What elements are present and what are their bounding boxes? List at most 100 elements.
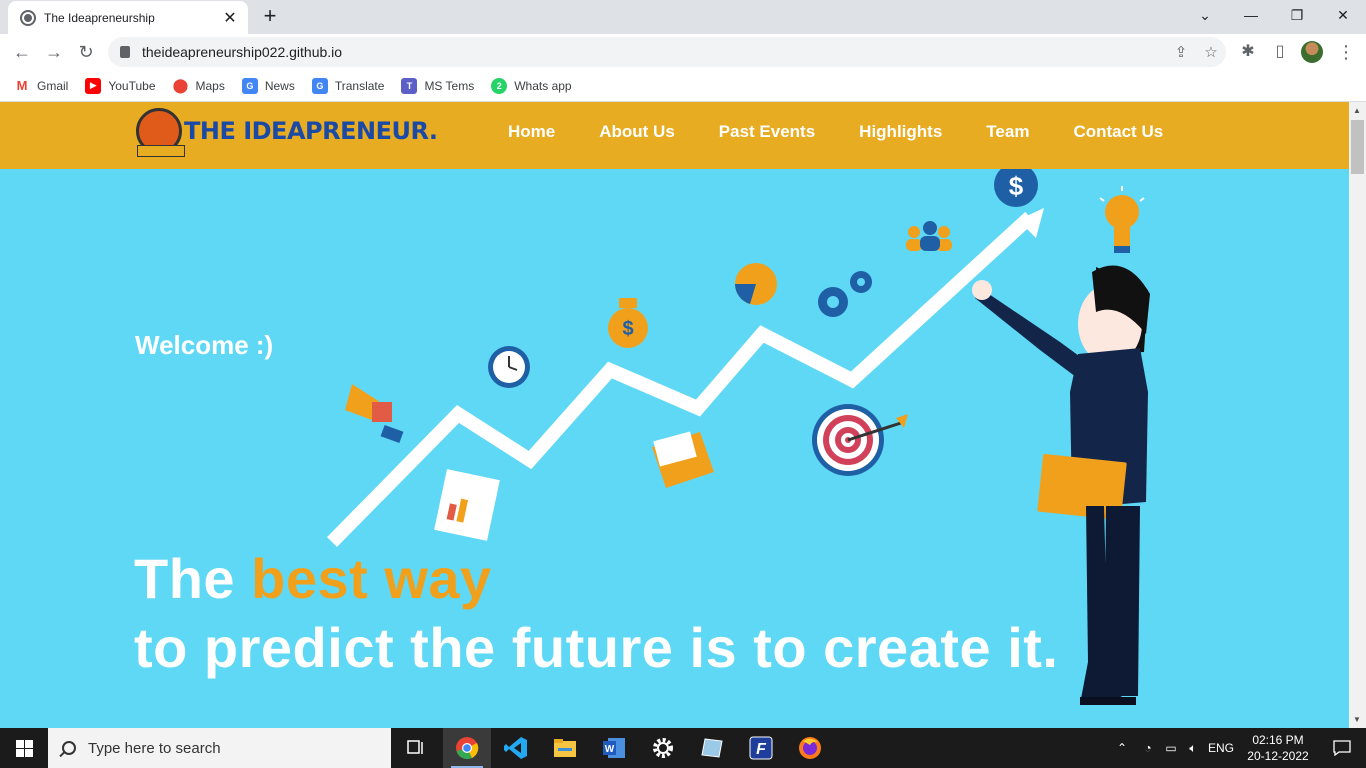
scroll-down-icon[interactable]: ▼ (1353, 715, 1361, 724)
clock-icon (488, 346, 530, 388)
bookmark-star-icon[interactable]: ☆ (1196, 43, 1226, 61)
language-indicator[interactable]: ENG (1206, 741, 1236, 755)
svg-text:W: W (605, 744, 615, 755)
network-icon[interactable]: ◔ (1136, 741, 1160, 755)
bookmark-maps[interactable]: ⬤ Maps (172, 77, 225, 94)
bookmark-label: Maps (195, 78, 225, 93)
chrome-menu-icon[interactable]: ⋮ (1337, 40, 1355, 64)
youtube-icon: ▶ (85, 77, 102, 94)
close-window-button[interactable]: ✕ (1320, 0, 1366, 30)
svg-text:$: $ (622, 318, 633, 340)
gears-icon (818, 271, 872, 317)
tab-search-button[interactable]: ⌄ (1182, 0, 1228, 30)
notepad-icon[interactable] (688, 728, 736, 768)
target-icon (812, 404, 908, 476)
forward-button[interactable]: → (42, 40, 66, 64)
url-text[interactable]: theideapreneurship022.github.io (142, 44, 1166, 60)
web-page: $ $ THE IDEAPRENEUR. Home About Us Past … (0, 102, 1349, 728)
clock-date: 20-12-2022 (1247, 749, 1309, 763)
nav-highlights[interactable]: Highlights (859, 122, 942, 142)
money-bag-icon: $ (608, 298, 648, 348)
bookmark-teams[interactable]: T MS Tems (401, 77, 475, 94)
bookmark-youtube[interactable]: ▶ YouTube (85, 77, 156, 94)
bookmark-translate[interactable]: G Translate (311, 77, 385, 94)
address-toolbar: ← → ↻ theideapreneurship022.github.io ⇪ … (0, 34, 1366, 70)
welcome-text: Welcome :) (135, 330, 274, 360)
bookmark-news[interactable]: G News (241, 77, 295, 94)
side-panel-icon[interactable]: ▯ (1268, 40, 1292, 64)
browser-tab[interactable]: The Ideapreneurship ✕ (8, 1, 248, 34)
new-tab-button[interactable]: + (258, 4, 282, 28)
task-view-icon[interactable] (392, 728, 440, 768)
bookmark-label: Gmail (37, 78, 69, 93)
system-tray: ⌃ ◔ ▭ 🔈︎ ENG (1114, 728, 1236, 768)
bookmarks-bar: M Gmail ▶ YouTube ⬤ Maps G News G Transl… (0, 70, 1366, 102)
reload-button[interactable]: ↻ (74, 40, 98, 64)
volume-icon[interactable]: 🔈︎ (1182, 741, 1204, 756)
megaphone-icon (345, 384, 404, 444)
restore-button[interactable]: ❐ (1274, 0, 1320, 30)
gmail-icon: M (14, 77, 30, 94)
windows-taskbar: Type here to search W F ⌃ ◔ ▭ 🔈︎ ENG 02:… (0, 728, 1366, 768)
search-icon (62, 741, 76, 755)
word-icon[interactable]: W (590, 728, 638, 768)
nav-about-us[interactable]: About Us (599, 122, 675, 142)
tagline-prefix: The (134, 547, 252, 610)
tab-title: The Ideapreneurship (44, 10, 155, 25)
nav-past-events[interactable]: Past Events (719, 122, 815, 142)
teams-icon: T (401, 77, 418, 94)
tagline-highlight: best way (251, 547, 492, 610)
report-icon (434, 469, 500, 541)
bookmark-label: News (264, 78, 295, 93)
clock-time: 02:16 PM (1252, 733, 1304, 747)
whatsapp-icon: 2 (491, 77, 508, 94)
extensions-icon[interactable]: ✱ (1236, 40, 1260, 64)
tagline-line-2: to predict the future is to create it. (134, 616, 1059, 679)
app-f-icon[interactable]: F (737, 728, 785, 768)
file-explorer-icon[interactable] (541, 728, 589, 768)
envelope-icon (652, 431, 714, 488)
battery-icon[interactable]: ▭ (1160, 741, 1182, 755)
profile-avatar[interactable] (1301, 41, 1323, 63)
news-icon: G (241, 77, 258, 94)
svg-text:F: F (756, 741, 767, 758)
close-tab-icon[interactable]: ✕ (222, 8, 238, 28)
site-header: THE IDEAPRENEUR. Home About Us Past Even… (0, 102, 1349, 169)
logo-badge-icon (136, 108, 185, 157)
share-icon[interactable]: ⇪ (1166, 43, 1196, 61)
site-logo[interactable]: THE IDEAPRENEUR. (136, 108, 438, 157)
bookmark-gmail[interactable]: M Gmail (14, 77, 69, 94)
taskbar-search[interactable]: Type here to search (48, 728, 391, 768)
bookmark-label: YouTube (108, 78, 156, 93)
bookmark-label: MS Tems (424, 78, 475, 93)
nav-contact-us[interactable]: Contact Us (1073, 122, 1163, 142)
back-button[interactable]: ← (10, 40, 34, 64)
firefox-icon[interactable] (786, 728, 834, 768)
minimize-button[interactable]: — (1228, 0, 1274, 30)
start-button[interactable] (0, 728, 48, 768)
vscode-icon[interactable] (492, 728, 540, 768)
lock-icon[interactable] (120, 46, 130, 58)
bookmark-label: Translate (334, 78, 385, 93)
nav-home[interactable]: Home (508, 122, 555, 142)
taskbar-clock[interactable]: 02:16 PM 20-12-2022 (1240, 732, 1316, 764)
chrome-icon[interactable] (443, 728, 491, 768)
page-scrollbar[interactable]: ▲ ▼ (1349, 102, 1366, 728)
notifications-icon[interactable] (1318, 728, 1366, 768)
scroll-up-icon[interactable]: ▲ (1353, 106, 1361, 115)
search-placeholder: Type here to search (88, 739, 221, 757)
main-nav: Home About Us Past Events Highlights Tea… (508, 122, 1207, 142)
scrollbar-thumb[interactable] (1351, 120, 1364, 174)
svg-text:$: $ (1009, 171, 1024, 201)
lightbulb-icon (1099, 186, 1145, 253)
nav-team[interactable]: Team (986, 122, 1029, 142)
translate-icon: G (311, 77, 328, 94)
settings-gear-icon[interactable] (639, 728, 687, 768)
bookmark-label: Whats app (514, 78, 572, 93)
pie-chart-icon (735, 263, 777, 305)
omnibox[interactable]: theideapreneurship022.github.io ⇪ ☆ (108, 37, 1226, 67)
show-hidden-icons[interactable]: ⌃ (1114, 741, 1130, 755)
bookmark-whatsapp[interactable]: 2 Whats app (491, 77, 572, 94)
windows-logo-icon (15, 739, 33, 757)
maps-icon: ⬤ (172, 77, 189, 94)
